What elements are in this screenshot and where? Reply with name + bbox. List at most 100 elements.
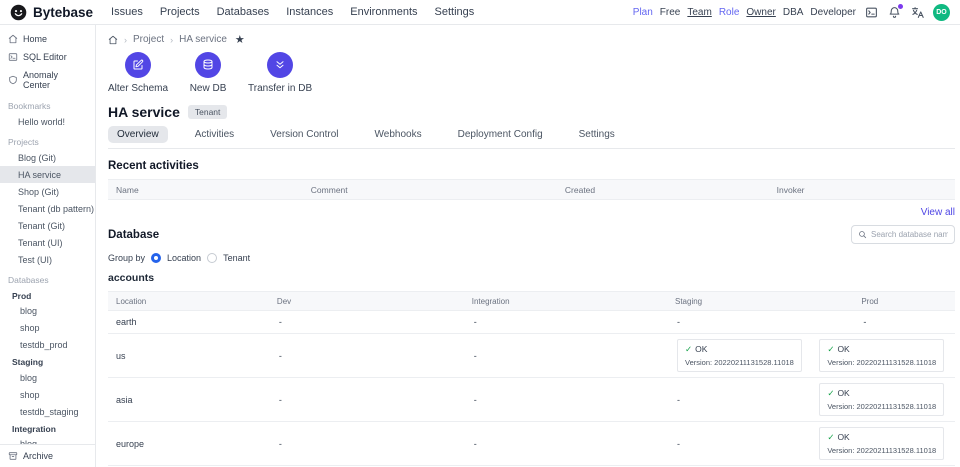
version-text: Version: 20220211131528.11018 xyxy=(827,358,936,367)
location-cell: us xyxy=(108,345,269,367)
empty-cell-dash: - xyxy=(863,317,866,327)
new-db-button[interactable]: New DB xyxy=(182,52,234,94)
database-matrix-cell: - xyxy=(269,393,464,407)
column-header: Invoker xyxy=(769,185,955,195)
nav-link[interactable]: Issues xyxy=(111,6,143,18)
sidebar-item-project[interactable]: Tenant (UI) xyxy=(0,234,95,251)
tab[interactable]: Version Control xyxy=(261,126,347,143)
main-content: › Project › HA service ★ Alter Schema Ne… xyxy=(96,25,960,467)
location-cell: europe xyxy=(108,433,269,455)
radio-tenant-label[interactable]: Tenant xyxy=(223,253,250,263)
alter-schema-button[interactable]: Alter Schema xyxy=(108,52,168,94)
breadcrumb-separator: › xyxy=(170,35,173,45)
plan-role-segment[interactable]: Role xyxy=(719,7,740,18)
plan-role-segment[interactable]: Free xyxy=(660,7,681,18)
tenant-badge: Tenant xyxy=(188,105,228,119)
location-cell: earth xyxy=(108,311,269,333)
database-status-card[interactable]: ✓OK Version: 20220211131528.11018 xyxy=(819,383,944,416)
bookmark-list: Hello world! xyxy=(0,113,95,130)
sidebar-section-projects: Projects xyxy=(0,130,95,149)
sidebar-item-project[interactable]: Tenant (db pattern) xyxy=(0,200,95,217)
main-nav: Issues Projects Databases Instances Environm… xyxy=(111,6,474,18)
sidebar-item-project[interactable]: Blog (Git) xyxy=(0,149,95,166)
radio-location-label[interactable]: Location xyxy=(167,253,201,263)
chevrons-down-icon xyxy=(274,59,286,71)
database-matrix-cell: - xyxy=(269,349,464,363)
column-header: Created xyxy=(557,185,769,195)
column-header: Integration xyxy=(464,297,667,306)
table-row: europe - - - xyxy=(108,422,955,466)
column-header: Location xyxy=(108,297,269,306)
database-status-card[interactable]: ✓OK Version: 20220211131528.11018 xyxy=(819,427,944,460)
sidebar-env-label: Staging xyxy=(0,354,95,370)
location-cell: asia xyxy=(108,389,269,411)
database-tree: Prod blogshoptestdb_prod Staging blogsho… xyxy=(0,287,95,467)
avatar[interactable]: DO xyxy=(933,4,950,21)
version-text: Version: 20220211131528.11018 xyxy=(685,358,794,367)
sidebar-item-project[interactable]: Test (UI) xyxy=(0,251,95,268)
sidebar-item-project[interactable]: HA service xyxy=(0,166,95,183)
check-icon: ✓ xyxy=(827,344,834,354)
accounts-table-header: Location Dev Integration Staging Prod xyxy=(108,291,955,311)
plan-role-segment[interactable]: Owner xyxy=(746,7,775,18)
database-matrix-cell: - xyxy=(464,349,667,363)
database-matrix-cell: - xyxy=(667,315,853,329)
sidebar-item-anomaly-center[interactable]: Anomaly Center xyxy=(0,66,95,94)
database-status-card[interactable]: ✓OK Version: 20220211131528.11018 xyxy=(819,339,944,372)
tab[interactable]: Overview xyxy=(108,126,168,143)
tab[interactable]: Settings xyxy=(570,126,624,143)
console-button[interactable] xyxy=(864,5,879,20)
tab[interactable]: Activities xyxy=(186,126,243,143)
tab[interactable]: Deployment Config xyxy=(449,126,552,143)
sidebar-item-database[interactable]: shop xyxy=(0,386,95,403)
sidebar-item-bookmark[interactable]: Hello world! xyxy=(0,113,95,130)
sidebar-item-database[interactable]: testdb_staging xyxy=(0,403,95,420)
tab[interactable]: Webhooks xyxy=(366,126,431,143)
sidebar-env-label: Prod xyxy=(0,287,95,303)
sidebar-item-database[interactable]: blog xyxy=(0,369,95,386)
radio-tenant[interactable] xyxy=(207,253,217,263)
home-icon xyxy=(8,34,18,44)
nav-link[interactable]: Settings xyxy=(435,6,475,18)
view-all-link[interactable]: View all xyxy=(108,207,955,218)
sidebar-item-home[interactable]: Home xyxy=(0,30,95,48)
plan-role-labels: Plan Free Team Role Owner DBA Developer xyxy=(633,7,856,18)
sidebar-item-database[interactable]: shop xyxy=(0,320,95,337)
breadcrumb: › Project › HA service ★ xyxy=(108,33,955,46)
plan-role-segment[interactable]: DBA xyxy=(783,7,804,18)
database-matrix-cell: - xyxy=(269,437,464,451)
empty-cell-dash: - xyxy=(279,317,282,327)
nav-link[interactable]: Databases xyxy=(217,6,270,18)
plan-role-segment[interactable]: Plan xyxy=(633,7,653,18)
favorite-star-icon[interactable]: ★ xyxy=(235,33,245,46)
bytebase-logo[interactable]: Bytebase xyxy=(10,4,93,21)
sidebar-item-project[interactable]: Shop (Git) xyxy=(0,183,95,200)
sidebar-item-project[interactable]: Tenant (Git) xyxy=(0,217,95,234)
sidebar-item-sql-editor[interactable]: SQL Editor xyxy=(0,48,95,66)
database-matrix-cell: ✓OK Version: 20220211131528.11018 xyxy=(853,378,955,421)
database-matrix-cell: - xyxy=(464,437,667,451)
sidebar-item-archive[interactable]: Archive xyxy=(0,444,95,467)
plan-role-segment[interactable]: Developer xyxy=(810,7,856,18)
plan-role-segment[interactable]: Team xyxy=(687,7,711,18)
action-label: New DB xyxy=(190,83,227,94)
sidebar-item-database[interactable]: testdb_prod xyxy=(0,337,95,354)
column-header: Dev xyxy=(269,297,464,306)
database-status-card[interactable]: ✓OK Version: 20220211131528.11018 xyxy=(677,339,802,372)
breadcrumb-project[interactable]: Project xyxy=(133,34,164,45)
project-tabs: Overview Activities Version Control Webhook… xyxy=(108,126,955,149)
empty-cell-dash: - xyxy=(474,395,477,405)
radio-location[interactable] xyxy=(151,253,161,263)
nav-link[interactable]: Projects xyxy=(160,6,200,18)
language-button[interactable] xyxy=(910,5,925,20)
brand-name: Bytebase xyxy=(33,5,93,20)
nav-link[interactable]: Instances xyxy=(286,6,333,18)
transfer-in-db-button[interactable]: Transfer in DB xyxy=(248,52,312,94)
sidebar-item-label: Home xyxy=(23,34,47,44)
notifications-button[interactable] xyxy=(887,5,902,20)
home-breadcrumb-icon[interactable] xyxy=(108,35,118,45)
nav-link[interactable]: Environments xyxy=(350,6,417,18)
search-database-input[interactable] xyxy=(871,230,948,239)
sidebar-item-database[interactable]: blog xyxy=(0,303,95,320)
top-navbar: Bytebase Issues Projects Databases Instance… xyxy=(0,0,960,25)
